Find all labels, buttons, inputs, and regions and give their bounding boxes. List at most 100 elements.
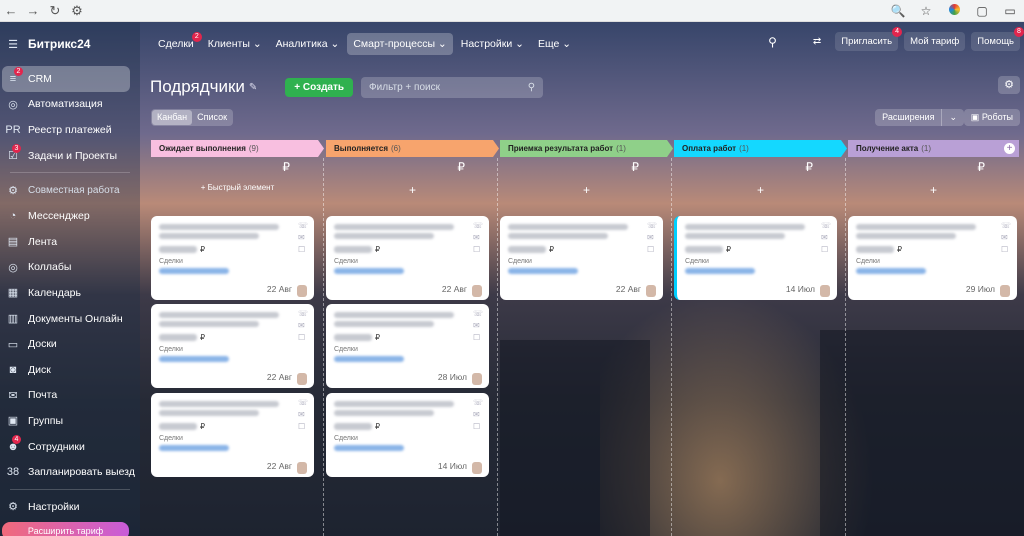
- zoom-icon[interactable]: 🔍: [884, 4, 912, 18]
- sidebar-item[interactable]: ◎ Автоматизация: [0, 92, 140, 118]
- top-menu-item[interactable]: Настройки ⌄: [455, 33, 530, 55]
- mail-icon[interactable]: ✉: [298, 411, 308, 419]
- mail-icon[interactable]: ✉: [473, 234, 483, 242]
- sidebar-item[interactable]: ▭ Доски: [0, 331, 140, 357]
- filter-search-input[interactable]: Фильтр + поиск ⚲: [361, 76, 544, 98]
- stage-header[interactable]: Оплата работ (1): [674, 140, 847, 157]
- quick-add-button[interactable]: +: [500, 183, 673, 201]
- phone-icon[interactable]: ☏: [821, 222, 831, 230]
- reload-icon[interactable]: ↻: [44, 3, 66, 19]
- sidebar-item[interactable]: ▤ Лента: [0, 229, 140, 255]
- avatar[interactable]: [820, 285, 830, 297]
- card-link-blurred[interactable]: [159, 445, 229, 451]
- stage-header[interactable]: Выполняется (6): [326, 140, 499, 157]
- sidebar-section-collaboration[interactable]: ⚙ Совместная работа: [0, 177, 140, 203]
- tab-list[interactable]: Список: [192, 110, 232, 125]
- deal-card[interactable]: ₽ Сделки ☏ ✉ ☐ 22 Авг: [500, 216, 663, 300]
- create-button[interactable]: + Создать: [285, 77, 354, 97]
- add-stage-icon[interactable]: +: [1004, 143, 1015, 154]
- upgrade-tariff-button[interactable]: Расширить тариф: [2, 522, 129, 536]
- card-link-blurred[interactable]: [508, 268, 578, 274]
- card-link-blurred[interactable]: [685, 268, 755, 274]
- deal-card[interactable]: ₽ Сделки ☏ ✉ ☐ 14 Июл: [674, 216, 837, 300]
- mail-icon[interactable]: ✉: [298, 322, 308, 330]
- quick-add-button[interactable]: +: [326, 183, 499, 201]
- phone-icon[interactable]: ☏: [298, 310, 308, 318]
- card-link-blurred[interactable]: [334, 356, 404, 362]
- avatar[interactable]: [472, 285, 482, 297]
- sidebar-item[interactable]: PR Реестр платежей: [0, 117, 140, 143]
- bookmark-star-icon[interactable]: ☆: [912, 4, 940, 18]
- my-tariff-button[interactable]: Мой тариф: [904, 32, 966, 51]
- sidebar-item-settings[interactable]: ⚙ Настройки: [0, 494, 140, 520]
- top-menu-item[interactable]: Еще ⌄: [532, 33, 577, 55]
- site-settings-icon[interactable]: ⚙: [66, 3, 88, 19]
- card-link-blurred[interactable]: [856, 268, 926, 274]
- sidebar-item[interactable]: ◙ Диск: [0, 357, 140, 383]
- stage-header[interactable]: Получение акта (1) +: [848, 140, 1019, 157]
- edit-title-icon[interactable]: ✎: [249, 82, 257, 93]
- phone-icon[interactable]: ☏: [647, 222, 657, 230]
- extensions-puzzle-icon[interactable]: ▢: [968, 4, 996, 18]
- phone-icon[interactable]: ☏: [473, 222, 483, 230]
- deal-card[interactable]: ₽ Сделки ☏ ✉ ☐ 22 Авг: [326, 216, 489, 300]
- mail-icon[interactable]: ✉: [1001, 234, 1011, 242]
- avatar[interactable]: [646, 285, 656, 297]
- stage-header[interactable]: Приемка результата работ (1): [500, 140, 673, 157]
- sidebar-item[interactable]: ▦ Календарь: [0, 280, 140, 306]
- logo[interactable]: Битрикс24: [28, 37, 90, 51]
- invite-button[interactable]: Пригласить 4: [835, 27, 903, 51]
- sidebar-item[interactable]: 38 Запланировать выезд: [0, 459, 140, 485]
- mail-icon[interactable]: ✉: [473, 322, 483, 330]
- forward-icon[interactable]: →: [22, 3, 44, 18]
- mail-icon[interactable]: ✉: [473, 411, 483, 419]
- robots-button[interactable]: ▣ Роботы: [963, 109, 1020, 126]
- phone-icon[interactable]: ☏: [473, 399, 483, 407]
- chat-icon[interactable]: ☐: [473, 246, 483, 254]
- search-icon[interactable]: ⚲: [768, 35, 777, 49]
- avatar[interactable]: [297, 285, 307, 297]
- deal-card[interactable]: ₽ Сделки ☏ ✉ ☐ 28 Июл: [326, 304, 489, 388]
- quick-add-button[interactable]: +: [674, 183, 847, 201]
- quick-add-button[interactable]: + Быстрый элемент: [151, 183, 324, 201]
- mail-icon[interactable]: ✉: [647, 234, 657, 242]
- chat-icon[interactable]: ☐: [647, 246, 657, 254]
- avatar[interactable]: [472, 462, 482, 474]
- sidebar-item[interactable]: ◎ Коллабы: [0, 255, 140, 281]
- deal-card[interactable]: ₽ Сделки ☏ ✉ ☐ 14 Июл: [326, 393, 489, 477]
- phone-icon[interactable]: ☏: [298, 399, 308, 407]
- chat-icon[interactable]: ☐: [298, 423, 308, 431]
- help-button[interactable]: Помощь 8: [971, 27, 1024, 51]
- top-menu-item[interactable]: Сделки 2: [152, 32, 202, 55]
- sidebar-item[interactable]: ☑ Задачи и Проекты 3: [0, 143, 140, 169]
- chat-icon[interactable]: ☐: [1001, 246, 1011, 254]
- mail-icon[interactable]: ✉: [298, 234, 308, 242]
- sidebar-item[interactable]: ▣ Группы: [0, 408, 140, 434]
- tab-kanban[interactable]: Канбан: [152, 110, 193, 125]
- chat-icon[interactable]: ☐: [821, 246, 831, 254]
- view-settings-gear-icon[interactable]: ⚙: [998, 76, 1020, 94]
- sidebar-item[interactable]: ◔ Мессенджер: [0, 203, 140, 229]
- chat-icon[interactable]: ☐: [473, 423, 483, 431]
- phone-icon[interactable]: ☏: [1001, 222, 1011, 230]
- mail-icon[interactable]: ✉: [821, 234, 831, 242]
- sync-icon[interactable]: ⇄: [813, 36, 821, 47]
- avatar[interactable]: [297, 373, 307, 385]
- deal-card[interactable]: ₽ Сделки ☏ ✉ ☐ 29 Июл: [848, 216, 1017, 300]
- deal-card[interactable]: ₽ Сделки ☏ ✉ ☐ 22 Авг: [151, 393, 314, 477]
- phone-icon[interactable]: ☏: [298, 222, 308, 230]
- card-link-blurred[interactable]: [159, 268, 229, 274]
- top-menu-item[interactable]: Смарт-процессы ⌄: [347, 33, 453, 55]
- avatar[interactable]: [1000, 285, 1010, 297]
- card-link-blurred[interactable]: [334, 445, 404, 451]
- chat-icon[interactable]: ☐: [473, 334, 483, 342]
- card-link-blurred[interactable]: [334, 268, 404, 274]
- side-panel-icon[interactable]: ▭: [996, 4, 1024, 18]
- top-menu-item[interactable]: Аналитика ⌄: [270, 33, 346, 55]
- stage-header[interactable]: Ожидает выполнения (9): [151, 140, 324, 157]
- extension-color-icon[interactable]: [940, 3, 968, 18]
- extensions-dropdown[interactable]: Расширения ⌄: [875, 109, 964, 126]
- avatar[interactable]: [297, 462, 307, 474]
- back-icon[interactable]: ←: [0, 3, 22, 18]
- quick-add-button[interactable]: +: [848, 183, 1019, 201]
